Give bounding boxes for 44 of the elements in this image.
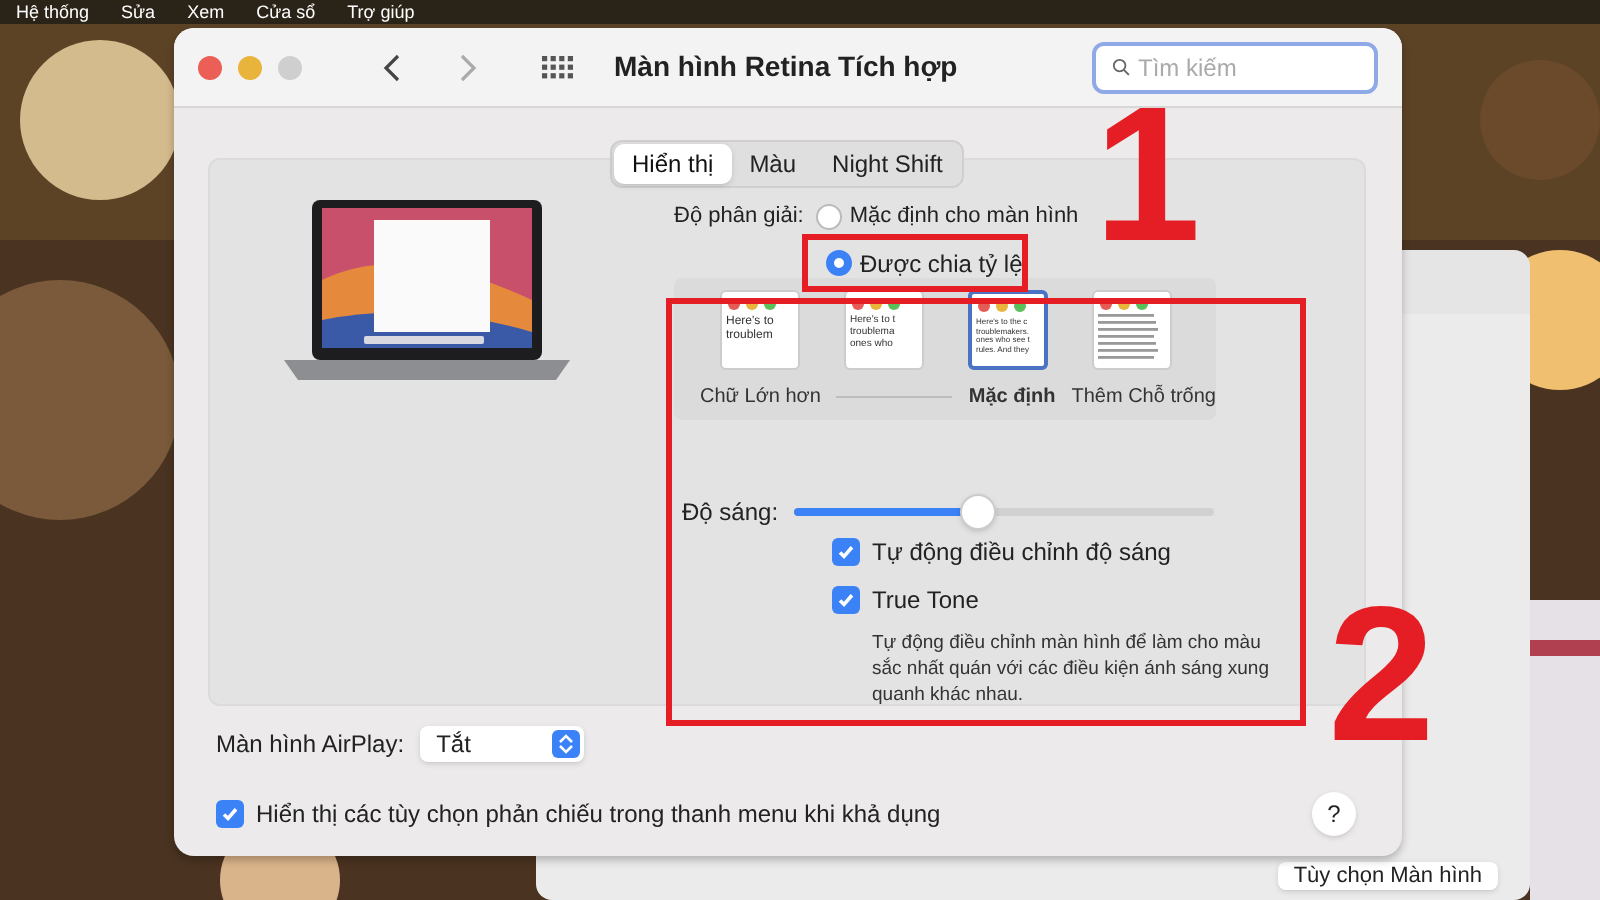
menu-item[interactable]: Trợ giúp xyxy=(347,3,415,21)
checkbox[interactable] xyxy=(832,538,860,566)
true-tone-description: Tự động điều chỉnh màn hình để làm cho màu sắc nhất quán với các điều kiện ánh sáng xung quanh khác nhau. xyxy=(872,630,1271,708)
stepper-icon xyxy=(552,730,581,758)
slider-thumb[interactable] xyxy=(960,494,997,530)
brightness-label: Độ sáng: xyxy=(682,496,779,530)
scale-label: Mặc định xyxy=(968,384,1056,412)
window-title: Màn hình Retina Tích hợp xyxy=(614,48,958,86)
tab[interactable]: Hiển thị xyxy=(614,144,732,184)
checkbox[interactable] xyxy=(216,800,244,828)
forward-icon[interactable] xyxy=(458,51,478,83)
back-icon[interactable] xyxy=(382,51,402,83)
menu-item[interactable]: Xem xyxy=(187,3,225,21)
scale-label: Chữ Lớn hơn xyxy=(700,384,821,412)
checkbox-label: Hiển thị các tùy chọn phản chiếu trong thanh menu khi khả dụng xyxy=(256,798,941,832)
search-field[interactable]: Tìm kiếm xyxy=(1138,49,1358,85)
tab[interactable]: Night Shift xyxy=(814,144,961,184)
scale-label: Thêm Chỗ trống xyxy=(1071,382,1216,412)
grid-icon[interactable] xyxy=(542,55,574,79)
resolution-label: Độ phân giải: xyxy=(674,202,804,232)
checkbox-label: True Tone xyxy=(872,584,979,618)
search-box[interactable]: Tìm kiếm xyxy=(1092,41,1378,93)
checkmark-icon xyxy=(836,590,856,610)
radio-button[interactable] xyxy=(815,203,842,230)
radio-label: Mặc định cho màn hình xyxy=(849,202,1079,232)
scaling-thumbnail[interactable] xyxy=(1092,290,1172,370)
tab[interactable]: Màu xyxy=(731,144,815,184)
radio-label: Được chia tỷ lệ xyxy=(860,247,1023,281)
checkmark-icon xyxy=(220,804,240,824)
airplay-label: Màn hình AirPlay: xyxy=(216,728,405,762)
checkmark-icon xyxy=(836,542,856,562)
checkbox[interactable] xyxy=(832,586,860,614)
menu-item[interactable]: Hệ thống xyxy=(16,3,90,21)
annotation-number: 2 xyxy=(1328,580,1435,772)
display-options-button[interactable]: Tùy chọn Màn hình xyxy=(1277,862,1498,890)
checkbox-label: Tự động điều chỉnh độ sáng xyxy=(872,536,1171,570)
menu-item[interactable]: Cửa sổ xyxy=(256,3,316,21)
search-icon xyxy=(1112,54,1130,80)
brightness-slider[interactable] xyxy=(794,492,1215,532)
airplay-select[interactable]: Tắt xyxy=(420,726,585,762)
radio-button[interactable] xyxy=(826,250,852,276)
close-icon[interactable] xyxy=(198,55,222,79)
help-button[interactable]: ? xyxy=(1312,792,1356,836)
menu-item[interactable]: Sửa xyxy=(121,3,156,21)
